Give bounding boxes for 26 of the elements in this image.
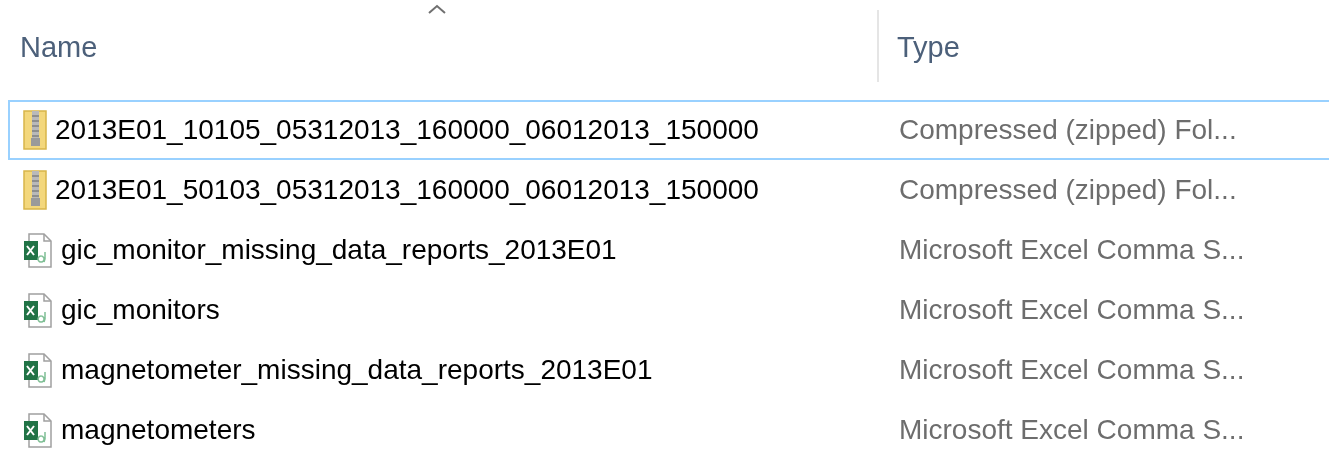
file-row[interactable]: gic_monitor_missing_data_reports_2013E01 Microsoft Excel Comma S...	[8, 220, 1329, 280]
file-row[interactable]: 2013E01_10105_05312013_160000_06012013_150000 Compressed (zipped) Fol...	[8, 100, 1329, 160]
file-type: Compressed (zipped) Fol...	[898, 113, 1237, 147]
file-name: gic_monitor_missing_data_reports_2013E01	[61, 233, 617, 267]
file-row[interactable]: 2013E01_50103_05312013_160000_06012013_150000 Compressed (zipped) Fol...	[8, 160, 1329, 220]
file-type: Microsoft Excel Comma S...	[898, 233, 1245, 267]
name-column-header[interactable]: Name	[0, 0, 877, 100]
file-row[interactable]: magnetometer_missing_data_reports_2013E01 Microsoft Excel Comma S...	[8, 340, 1329, 400]
spreadsheet-file-icon	[23, 350, 53, 390]
file-type: Microsoft Excel Comma S...	[898, 293, 1245, 327]
file-name: 2013E01_10105_05312013_160000_06012013_150000	[55, 113, 759, 147]
file-type: Compressed (zipped) Fol...	[898, 173, 1237, 207]
spreadsheet-file-icon	[23, 290, 53, 330]
zip-folder-icon	[23, 170, 47, 210]
file-name: magnetometer_missing_data_reports_2013E01	[61, 353, 653, 387]
file-row[interactable]: magnetometers Microsoft Excel Comma S...	[8, 400, 1329, 449]
type-column-header[interactable]: Type	[879, 0, 1329, 100]
zip-folder-icon	[23, 110, 47, 150]
file-type: Microsoft Excel Comma S...	[898, 413, 1245, 447]
file-name: magnetometers	[61, 413, 256, 447]
spreadsheet-file-icon	[23, 230, 53, 270]
file-row[interactable]: gic_monitors Microsoft Excel Comma S...	[8, 280, 1329, 340]
file-name: gic_monitors	[61, 293, 220, 327]
sort-ascending-icon	[427, 4, 447, 14]
file-name: 2013E01_50103_05312013_160000_06012013_150000	[55, 173, 759, 207]
file-type: Microsoft Excel Comma S...	[898, 353, 1245, 387]
